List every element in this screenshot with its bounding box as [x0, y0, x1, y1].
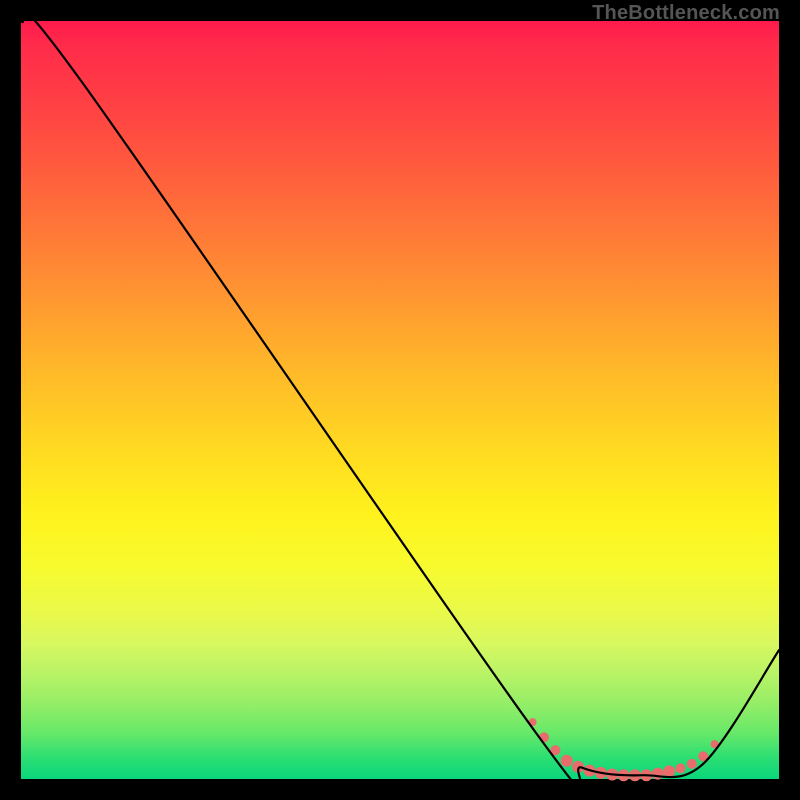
- trend-line: [21, 11, 779, 793]
- trend-marker: [675, 763, 685, 773]
- chart-stage: TheBottleneck.com: [0, 0, 800, 800]
- trend-marker: [687, 759, 697, 769]
- trend-marker: [663, 765, 675, 777]
- chart-svg: [21, 21, 779, 779]
- trend-marker: [652, 768, 664, 780]
- trend-marker: [561, 755, 573, 767]
